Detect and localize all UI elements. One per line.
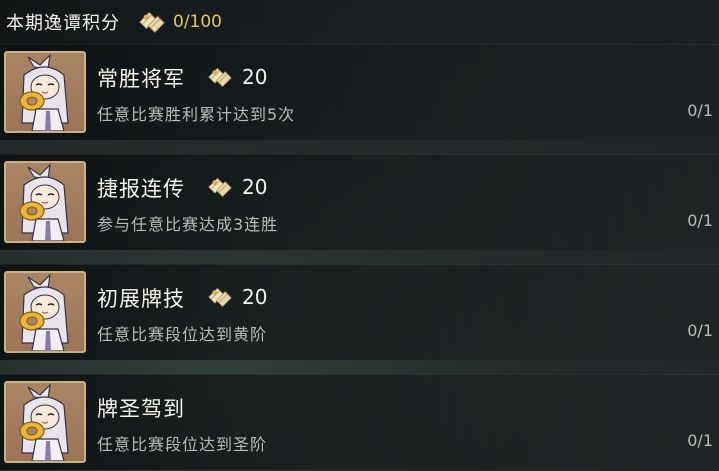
header-bar: 本期逸谭积分 0/100 — [0, 0, 719, 44]
task-card-2[interactable]: 捷报连传 20 参与任意比赛达成3连胜 0/1 — [0, 154, 719, 250]
task-description: 任意比赛段位达到黄阶 — [97, 325, 268, 344]
scroll-points-icon — [208, 287, 232, 307]
points-title: 本期逸谭积分 — [6, 13, 120, 34]
task-progress: 0/1 — [687, 431, 713, 450]
task-reward: 20 — [242, 175, 268, 199]
task-avatar — [4, 381, 86, 463]
task-progress: 0/1 — [687, 321, 713, 340]
task-progress: 0/1 — [687, 101, 713, 120]
task-card-1[interactable]: 常胜将军 20 任意比赛胜利累计达到5次 0/1 — [0, 44, 719, 140]
task-title: 牌圣驾到 — [97, 397, 185, 421]
task-card-4[interactable]: 牌圣驾到 任意比赛段位达到圣阶 0/1 — [0, 374, 719, 470]
scroll-points-icon — [208, 68, 232, 87]
task-title: 初展牌技 — [97, 287, 185, 311]
task-avatar — [4, 271, 86, 353]
task-avatar — [4, 51, 86, 133]
scroll-points-icon — [208, 178, 232, 197]
task-description: 任意比赛段位达到圣阶 — [97, 435, 268, 454]
task-reward: 20 — [242, 65, 268, 89]
task-description: 参与任意比赛达成3连胜 — [97, 215, 279, 234]
scroll-points-icon — [139, 12, 165, 33]
task-reward: 20 — [242, 285, 268, 309]
task-title: 捷报连传 — [97, 177, 185, 201]
task-progress: 0/1 — [687, 211, 713, 230]
task-description: 任意比赛胜利累计达到5次 — [97, 105, 296, 124]
task-card-3[interactable]: 初展牌技 20 任意比赛段位达到黄阶 0/1 — [0, 264, 719, 360]
points-score: 0/100 — [173, 12, 222, 32]
task-title: 常胜将军 — [97, 67, 185, 91]
task-avatar — [4, 161, 86, 243]
